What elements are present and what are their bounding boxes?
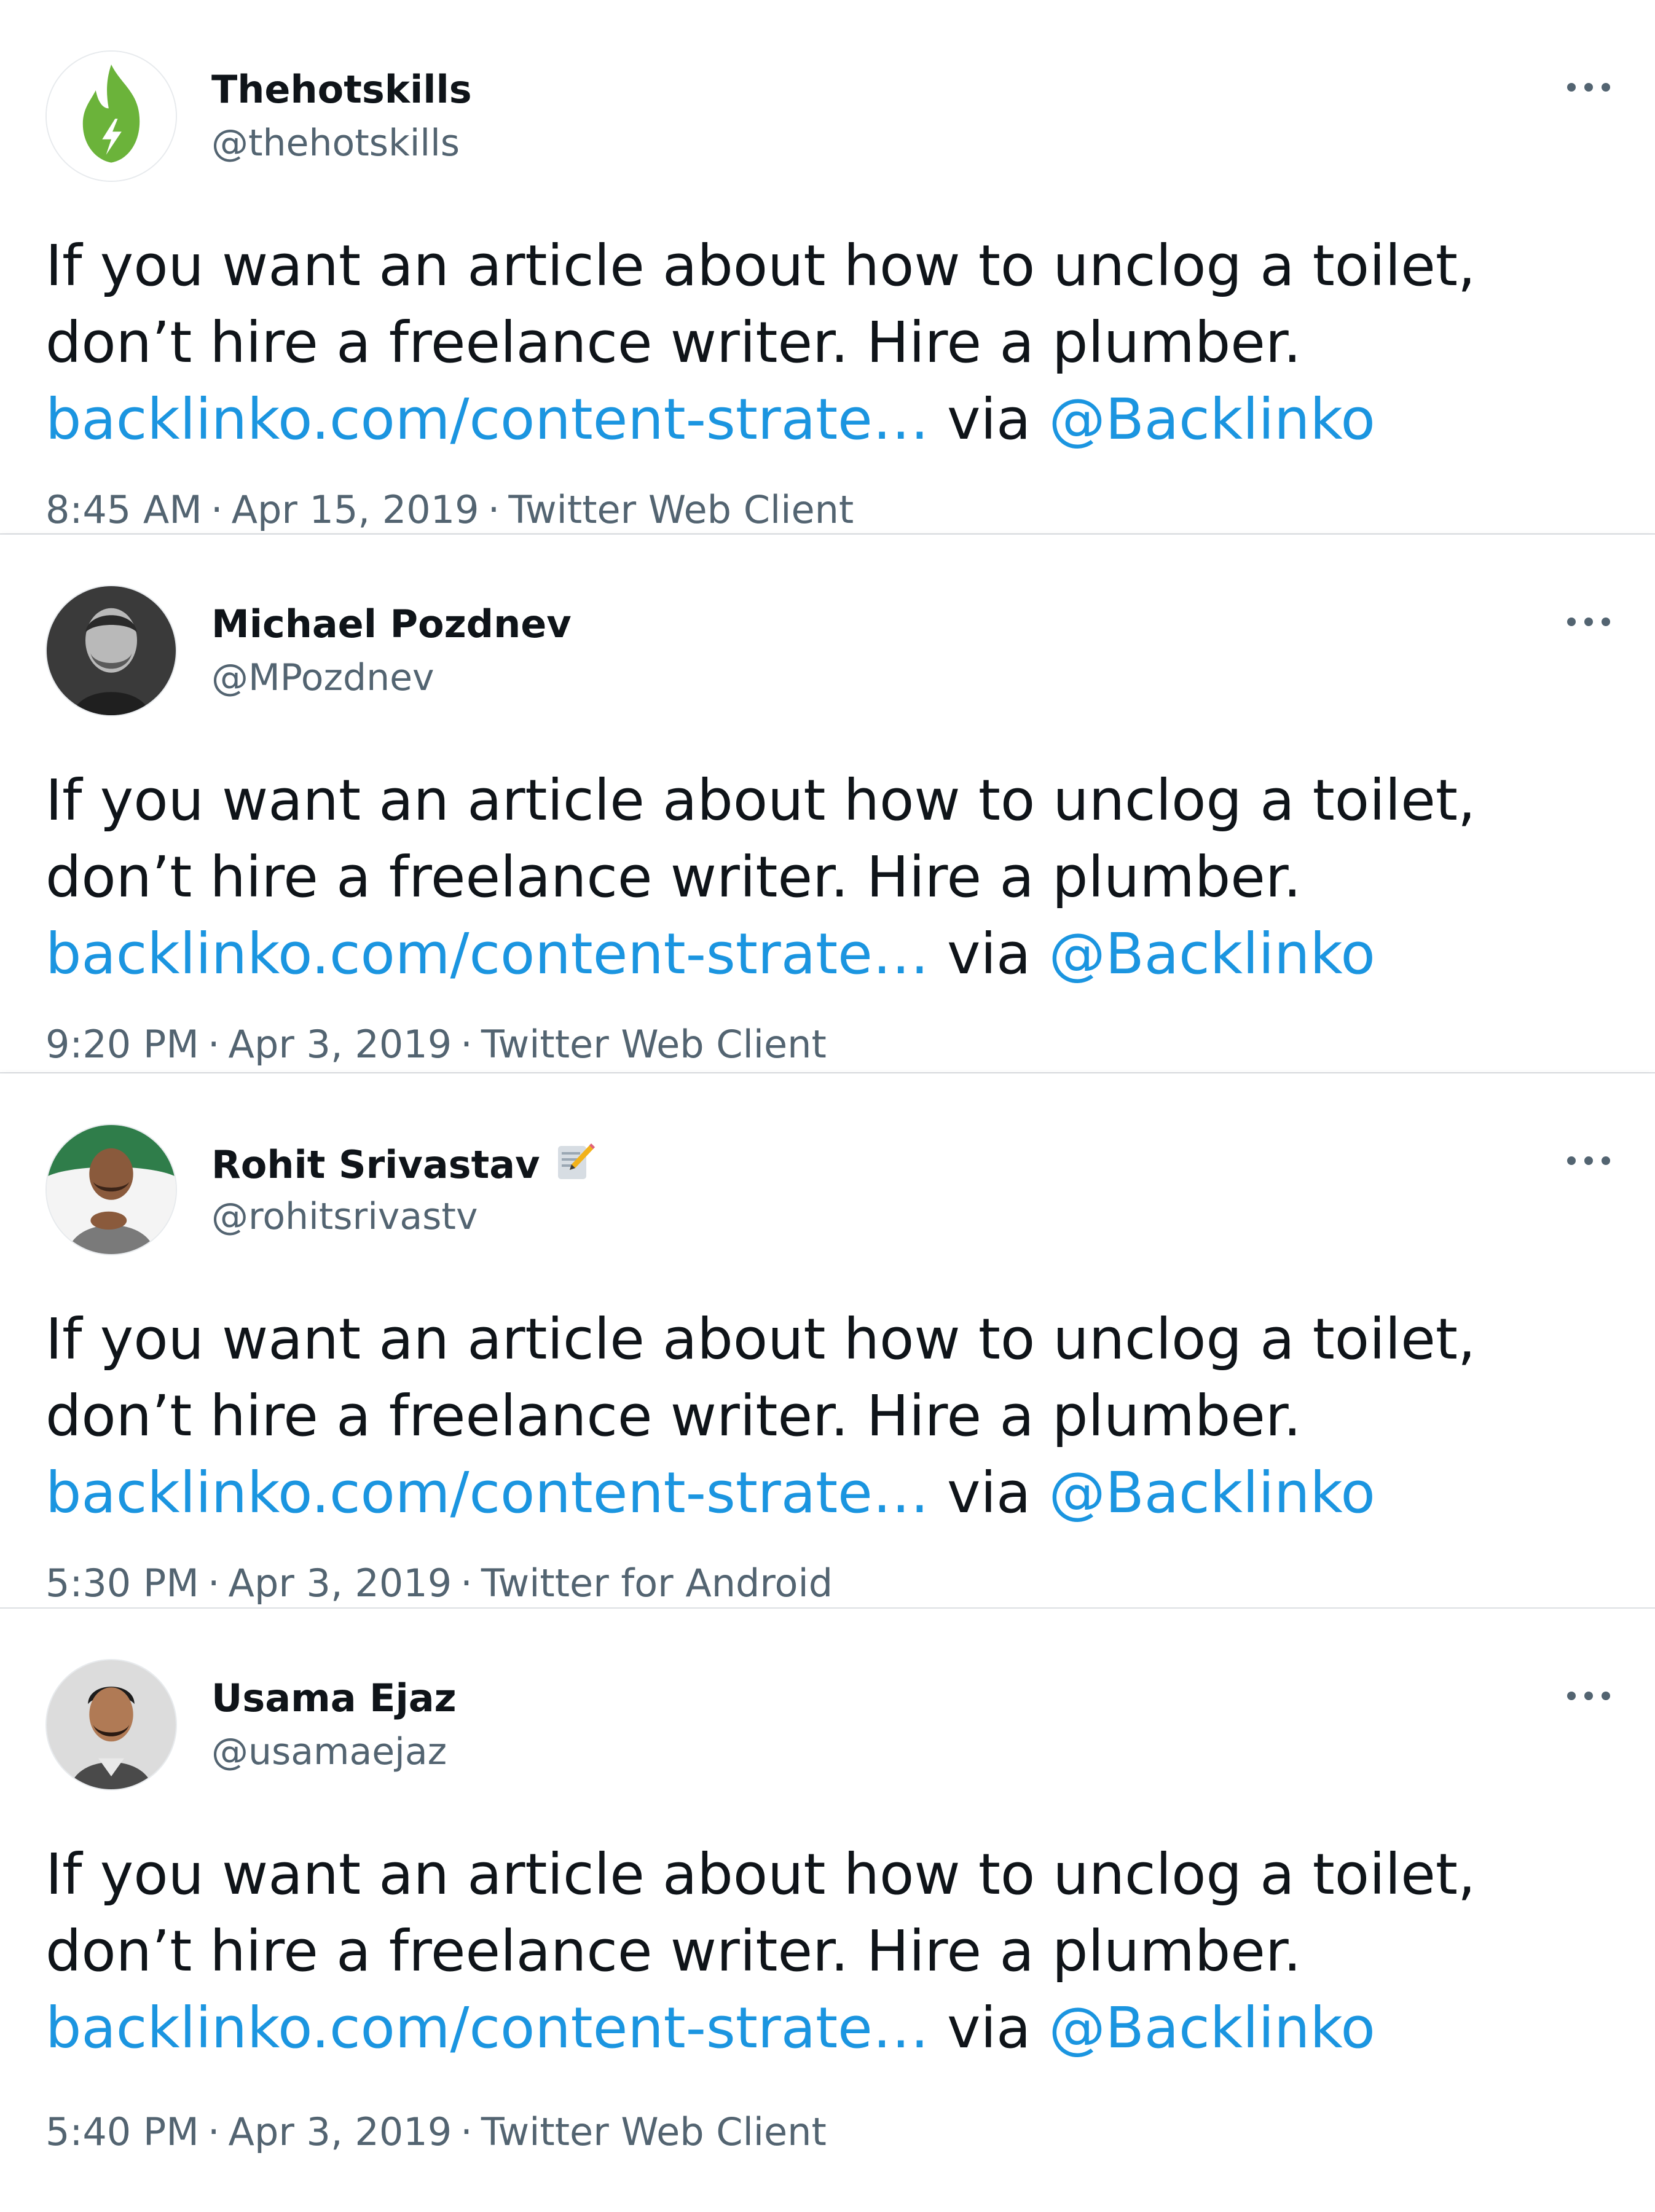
display-name-text[interactable]: Rohit Srivastav: [211, 1142, 540, 1187]
tweet-time[interactable]: 9:20 PM: [45, 1022, 199, 1067]
tweet-text-line: If you want an article about how to uncl…: [45, 1841, 1476, 1907]
tweet-text: If you want an article about how to uncl…: [45, 762, 1594, 992]
display-name[interactable]: Usama Ejaz: [211, 1675, 457, 1722]
avatar[interactable]: [45, 585, 177, 716]
user-handle[interactable]: @thehotskills: [211, 120, 460, 167]
avatar[interactable]: [45, 1124, 177, 1255]
avatar[interactable]: [45, 1659, 177, 1790]
display-name[interactable]: Thehotskills: [211, 66, 472, 113]
article-link[interactable]: backlinko.com/content-strate…: [45, 1460, 929, 1526]
tweet-date[interactable]: Apr 3, 2019: [229, 1561, 452, 1606]
tweet-text-line: don’t hire a freelance writer. Hire a pl…: [45, 1383, 1302, 1449]
tweet-meta: 8:45 AM · Apr 15, 2019 · Twitter Web Client: [45, 485, 854, 535]
meta-separator: ·: [207, 1022, 220, 1067]
article-link[interactable]: backlinko.com/content-strate…: [45, 921, 929, 987]
more-dots-icon: [1567, 83, 1610, 92]
mention-link[interactable]: @Backlinko: [1049, 1460, 1375, 1526]
meta-separator: ·: [487, 487, 500, 532]
via-text: via: [947, 1995, 1031, 2061]
tweet-collage: Thehotskills @thehotskills If you want a…: [0, 0, 1655, 2212]
via-text: via: [947, 921, 1031, 987]
via-text: via: [947, 386, 1031, 452]
avatar[interactable]: [45, 50, 177, 182]
tweet-text: If you want an article about how to uncl…: [45, 1301, 1594, 1531]
profile-photo-icon: [47, 1125, 176, 1254]
tweet-client: Twitter Web Client: [481, 1022, 827, 1067]
mention-link[interactable]: @Backlinko: [1049, 386, 1375, 452]
more-options-button[interactable]: [1561, 74, 1616, 101]
tweet-client: Twitter Web Client: [481, 2109, 827, 2154]
tweet-text-line: backlinko.com/content-strate… via @Backl…: [45, 1454, 1594, 1531]
tweet-card-thehotskills[interactable]: Thehotskills @thehotskills If you want a…: [0, 0, 1655, 535]
profile-photo-icon: [47, 1660, 176, 1789]
tweet-date[interactable]: Apr 3, 2019: [229, 2109, 452, 2154]
more-dots-icon: [1567, 618, 1610, 626]
tweet-card-mpozdnev[interactable]: Michael Pozdnev @MPozdnev If you want an…: [0, 535, 1655, 1073]
meta-separator: ·: [207, 2109, 220, 2154]
display-name[interactable]: Rohit Srivastav: [211, 1140, 597, 1188]
tweet-card-usamaejaz[interactable]: Usama Ejaz @usamaejaz If you want an art…: [0, 1609, 1655, 2212]
meta-separator: ·: [460, 2109, 473, 2154]
more-options-button[interactable]: [1561, 1682, 1616, 1709]
article-link[interactable]: backlinko.com/content-strate…: [45, 1995, 929, 2061]
display-name[interactable]: Michael Pozdnev: [211, 601, 572, 648]
tweet-text-line: don’t hire a freelance writer. Hire a pl…: [45, 310, 1302, 375]
tweet-card-rohitsrivastv[interactable]: Rohit Srivastav @rohitsrivastv If you wa…: [0, 1073, 1655, 1609]
tweet-time[interactable]: 8:45 AM: [45, 487, 202, 532]
tweet-text-line: don’t hire a freelance writer. Hire a pl…: [45, 844, 1302, 910]
tweet-text-line: backlinko.com/content-strate… via @Backl…: [45, 916, 1594, 992]
meta-separator: ·: [460, 1561, 473, 1606]
tweet-text-line: backlinko.com/content-strate… via @Backl…: [45, 381, 1594, 458]
more-options-button[interactable]: [1561, 1147, 1616, 1174]
tweet-client: Twitter for Android: [481, 1561, 833, 1606]
via-text: via: [947, 1460, 1031, 1526]
tweet-time[interactable]: 5:30 PM: [45, 1561, 199, 1606]
more-options-button[interactable]: [1561, 608, 1616, 635]
tweet-text-line: If you want an article about how to uncl…: [45, 1306, 1476, 1372]
tweet-text-line: backlinko.com/content-strate… via @Backl…: [45, 1990, 1594, 2066]
profile-photo-icon: [47, 586, 176, 715]
tweet-date[interactable]: Apr 3, 2019: [229, 1022, 452, 1067]
user-handle[interactable]: @rohitsrivastv: [211, 1193, 478, 1240]
tweet-date[interactable]: Apr 15, 2019: [232, 487, 479, 532]
more-dots-icon: [1567, 1692, 1610, 1700]
tweet-meta: 9:20 PM · Apr 3, 2019 · Twitter Web Client: [45, 1020, 827, 1069]
tweet-meta: 5:30 PM · Apr 3, 2019 · Twitter for Android: [45, 1559, 833, 1608]
memo-pencil-icon: [558, 1143, 596, 1179]
tweet-meta: 5:40 PM · Apr 3, 2019 · Twitter Web Client: [45, 2108, 827, 2157]
tweet-text-line: If you want an article about how to uncl…: [45, 767, 1476, 833]
tweet-text-line: don’t hire a freelance writer. Hire a pl…: [45, 1918, 1302, 1984]
tweet-text: If you want an article about how to uncl…: [45, 1836, 1594, 2066]
mention-link[interactable]: @Backlinko: [1049, 921, 1375, 987]
article-link[interactable]: backlinko.com/content-strate…: [45, 386, 929, 452]
tweet-time[interactable]: 5:40 PM: [45, 2109, 199, 2154]
tweet-client: Twitter Web Client: [508, 487, 854, 532]
meta-separator: ·: [460, 1022, 473, 1067]
meta-separator: ·: [210, 487, 223, 532]
user-handle[interactable]: @MPozdnev: [211, 654, 434, 701]
mention-link[interactable]: @Backlinko: [1049, 1995, 1375, 2061]
green-flame-bolt-logo-icon: [47, 52, 176, 181]
user-handle[interactable]: @usamaejaz: [211, 1728, 447, 1775]
more-dots-icon: [1567, 1156, 1610, 1165]
tweet-text: If you want an article about how to uncl…: [45, 227, 1594, 458]
tweet-text-line: If you want an article about how to uncl…: [45, 233, 1476, 299]
meta-separator: ·: [207, 1561, 220, 1606]
